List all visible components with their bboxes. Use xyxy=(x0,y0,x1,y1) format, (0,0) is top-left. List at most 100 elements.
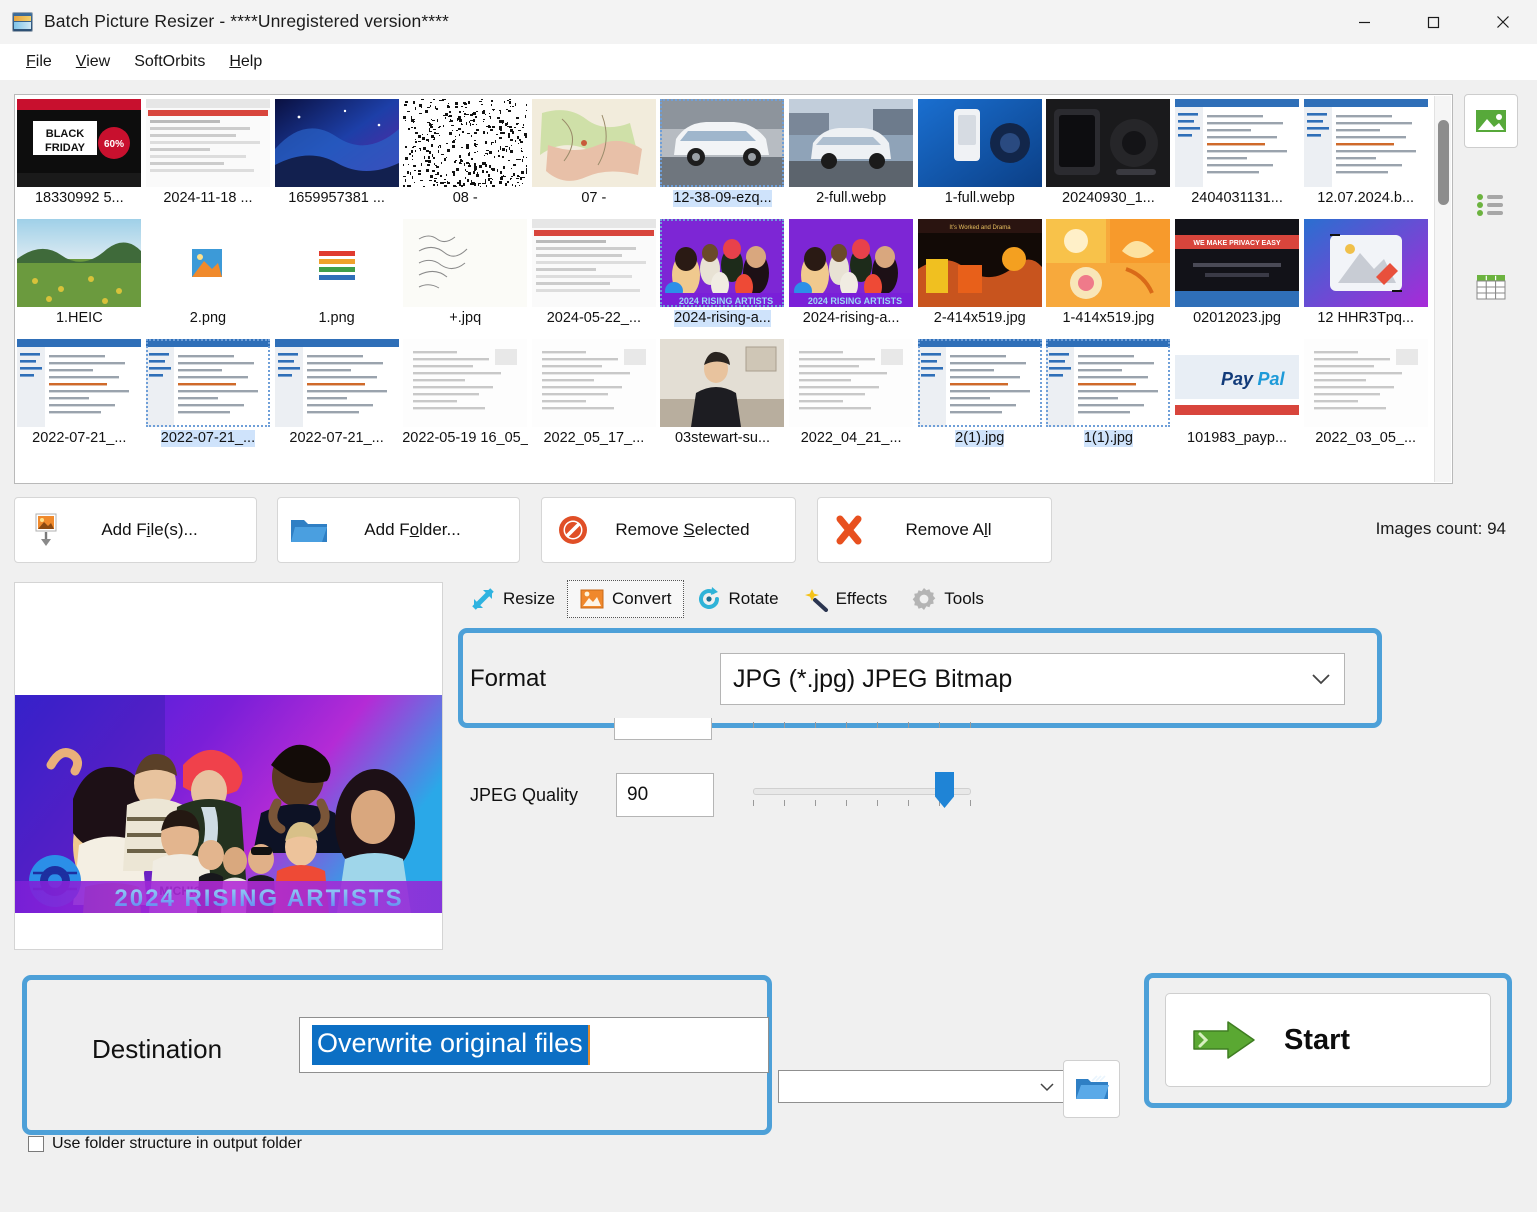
menu-file[interactable]: File xyxy=(14,49,64,75)
jpeg-quality-input[interactable]: 90 xyxy=(616,773,714,817)
thumbnail-image xyxy=(403,339,527,427)
tab-effects[interactable]: Effects xyxy=(791,580,900,618)
thumbnail-item[interactable]: 1.HEIC xyxy=(15,215,144,335)
remove-selected-label: Remove Selected xyxy=(604,520,795,540)
start-button[interactable]: Start xyxy=(1165,993,1491,1087)
window-controls xyxy=(1330,0,1537,44)
thumbnail-item[interactable]: 2024-11-18 ... xyxy=(144,95,273,215)
thumbnail-image xyxy=(275,99,399,187)
thumbnail-item[interactable]: It’s Worked and Drama 2-414x519.jpg xyxy=(915,215,1044,335)
svg-text:2024 RISING ARTISTS: 2024 RISING ARTISTS xyxy=(679,296,773,306)
close-icon[interactable] xyxy=(1468,0,1537,44)
thumbnail-item[interactable]: 12.07.2024.b... xyxy=(1301,95,1430,215)
batch-picture-resizer-window: Batch Picture Resizer - ****Unregistered… xyxy=(0,0,1537,1212)
thumbnail-item[interactable]: 2022_05_17_... xyxy=(530,335,659,455)
thumbnail-item[interactable]: 2022-07-21_... xyxy=(144,335,273,455)
thumbnail-label: 2024-rising-a... xyxy=(674,310,771,327)
thumbnail-item[interactable]: 2(1).jpg xyxy=(915,335,1044,455)
list-icon xyxy=(1476,192,1506,218)
format-select[interactable]: JPG (*.jpg) JPEG Bitmap xyxy=(720,653,1345,705)
thumbnail-item[interactable]: 20240930_1... xyxy=(1044,95,1173,215)
thumbnail-image xyxy=(403,219,527,307)
add-folder-button[interactable]: Add Folder... xyxy=(277,497,520,563)
remove-all-button[interactable]: Remove All xyxy=(817,497,1052,563)
thumbnail-item[interactable]: 2022-07-21_... xyxy=(15,335,144,455)
thumbnail-item[interactable]: 1.png xyxy=(272,215,401,335)
thumbnail-item[interactable]: 2024 RISING ARTISTS 2024-rising-a... xyxy=(658,215,787,335)
vertical-scrollbar[interactable] xyxy=(1434,96,1451,482)
maximize-icon[interactable] xyxy=(1399,0,1468,44)
thumbnail-item[interactable]: BLACK FRIDAY 60% 18330992 5... xyxy=(15,95,144,215)
thumbnail-item[interactable]: 2022_04_21_... xyxy=(787,335,916,455)
thumbnail-item[interactable]: 2.png xyxy=(144,215,273,335)
file-thumbnail-list[interactable]: BLACK FRIDAY 60% 18330992 5... 2024-11-18 ..… xyxy=(14,94,1453,484)
thumbnail-image xyxy=(789,99,913,187)
magic-wand-icon xyxy=(803,586,829,612)
thumbnail-label: 2022_04_21_... xyxy=(801,430,902,447)
preview-image: MICHIG xyxy=(15,695,442,913)
thumbnail-label: 101983_payp... xyxy=(1187,430,1287,447)
thumbnail-item[interactable]: 2404031131... xyxy=(1173,95,1302,215)
output-path-combo[interactable] xyxy=(778,1070,1066,1103)
thumbnail-item[interactable]: 03stewart-su... xyxy=(658,335,787,455)
tab-tools[interactable]: Tools xyxy=(899,580,996,618)
details-view-button[interactable] xyxy=(1464,260,1518,314)
thumbnail-item[interactable]: 1659957381 ... xyxy=(272,95,401,215)
thumbnails-view-button[interactable] xyxy=(1464,94,1518,148)
thumbnail-item[interactable]: 2024-05-22_... xyxy=(530,215,659,335)
tab-resize[interactable]: Resize xyxy=(458,580,567,618)
thumbnail-item[interactable]: 1(1).jpg xyxy=(1044,335,1173,455)
add-files-button[interactable]: Add File(s)... xyxy=(14,497,257,563)
thumbnail-label: 2022-05-19 16_05_59 xyxy=(402,430,528,447)
scrollbar-thumb[interactable] xyxy=(1438,120,1449,205)
thumbnail-item[interactable]: 12-38-09-ezq... xyxy=(658,95,787,215)
thumbnail-item[interactable]: 1-414x519.jpg xyxy=(1044,215,1173,335)
title-bar: Batch Picture Resizer - ****Unregistered… xyxy=(0,0,1537,45)
thumbnail-item[interactable]: WE MAKE PRIVACY EASY 02012023.jpg xyxy=(1173,215,1302,335)
destination-input[interactable]: Overwrite original files xyxy=(299,1017,769,1073)
thumbnail-item[interactable]: 2022-07-21_... xyxy=(272,335,401,455)
thumbnail-label: 2-414x519.jpg xyxy=(934,310,1026,327)
images-count-label: Images count: 94 xyxy=(1376,519,1506,539)
menu-view[interactable]: View xyxy=(64,49,122,75)
tab-rotate[interactable]: Rotate xyxy=(684,580,791,618)
resize-value-field-partial[interactable] xyxy=(614,718,712,740)
thumbnail-item[interactable]: 12 HHR3Tpq... xyxy=(1301,215,1430,335)
thumbnail-item[interactable]: 1-full.webp xyxy=(915,95,1044,215)
thumbnail-item[interactable]: Pay Pal 101983_payp... xyxy=(1173,335,1302,455)
thumbnail-label: 1-full.webp xyxy=(945,190,1015,207)
menu-help[interactable]: Help xyxy=(217,49,274,75)
thumbnail-label: 2024-rising-a... xyxy=(803,310,900,327)
browse-folder-button[interactable] xyxy=(1063,1060,1120,1118)
use-folder-structure-checkbox[interactable] xyxy=(28,1136,44,1152)
thumbnail-image: 2024 RISING ARTISTS xyxy=(789,219,913,307)
thumbnail-label: 2(1).jpg xyxy=(955,430,1004,447)
tab-convert[interactable]: Convert xyxy=(567,580,684,618)
thumbnail-image xyxy=(660,99,784,187)
thumbnail-image xyxy=(146,219,270,307)
menu-softorbits[interactable]: SoftOrbits xyxy=(122,49,217,75)
jpeg-quality-slider[interactable] xyxy=(753,782,971,804)
remove-selected-button[interactable]: Remove Selected xyxy=(541,497,796,563)
thumbnail-item[interactable]: 2-full.webp xyxy=(787,95,916,215)
thumbnail-label: 1.HEIC xyxy=(56,310,103,327)
thumbnail-label: 1659957381 ... xyxy=(288,190,385,207)
thumbnail-image: Pay Pal xyxy=(1175,339,1299,427)
open-folder-icon xyxy=(1074,1074,1110,1104)
remove-all-label: Remove All xyxy=(880,520,1051,540)
thumbnail-item[interactable]: 2022-05-19 16_05_59 xyxy=(401,335,530,455)
file-actions-bar: Add File(s)... Add Folder... Remove Sele… xyxy=(14,497,1524,565)
thumbnail-item[interactable]: 07 - xyxy=(530,95,659,215)
thumbnail-image xyxy=(789,339,913,427)
list-view-button[interactable] xyxy=(1464,178,1518,232)
use-folder-structure-row[interactable]: Use folder structure in output folder xyxy=(28,1135,302,1153)
thumbnail-item[interactable]: +.jpq xyxy=(401,215,530,335)
thumbnail-item[interactable]: 2024 RISING ARTISTS 2024-rising-a... xyxy=(787,215,916,335)
thumbnail-label: 2.png xyxy=(190,310,226,327)
minimize-icon[interactable] xyxy=(1330,0,1399,44)
thumbnail-item[interactable]: 08 - xyxy=(401,95,530,215)
image-icon xyxy=(1475,108,1507,134)
thumbnail-item[interactable]: 2022_03_05_... xyxy=(1301,335,1430,455)
thumbnail-image xyxy=(146,99,270,187)
rotate-icon xyxy=(696,586,722,612)
